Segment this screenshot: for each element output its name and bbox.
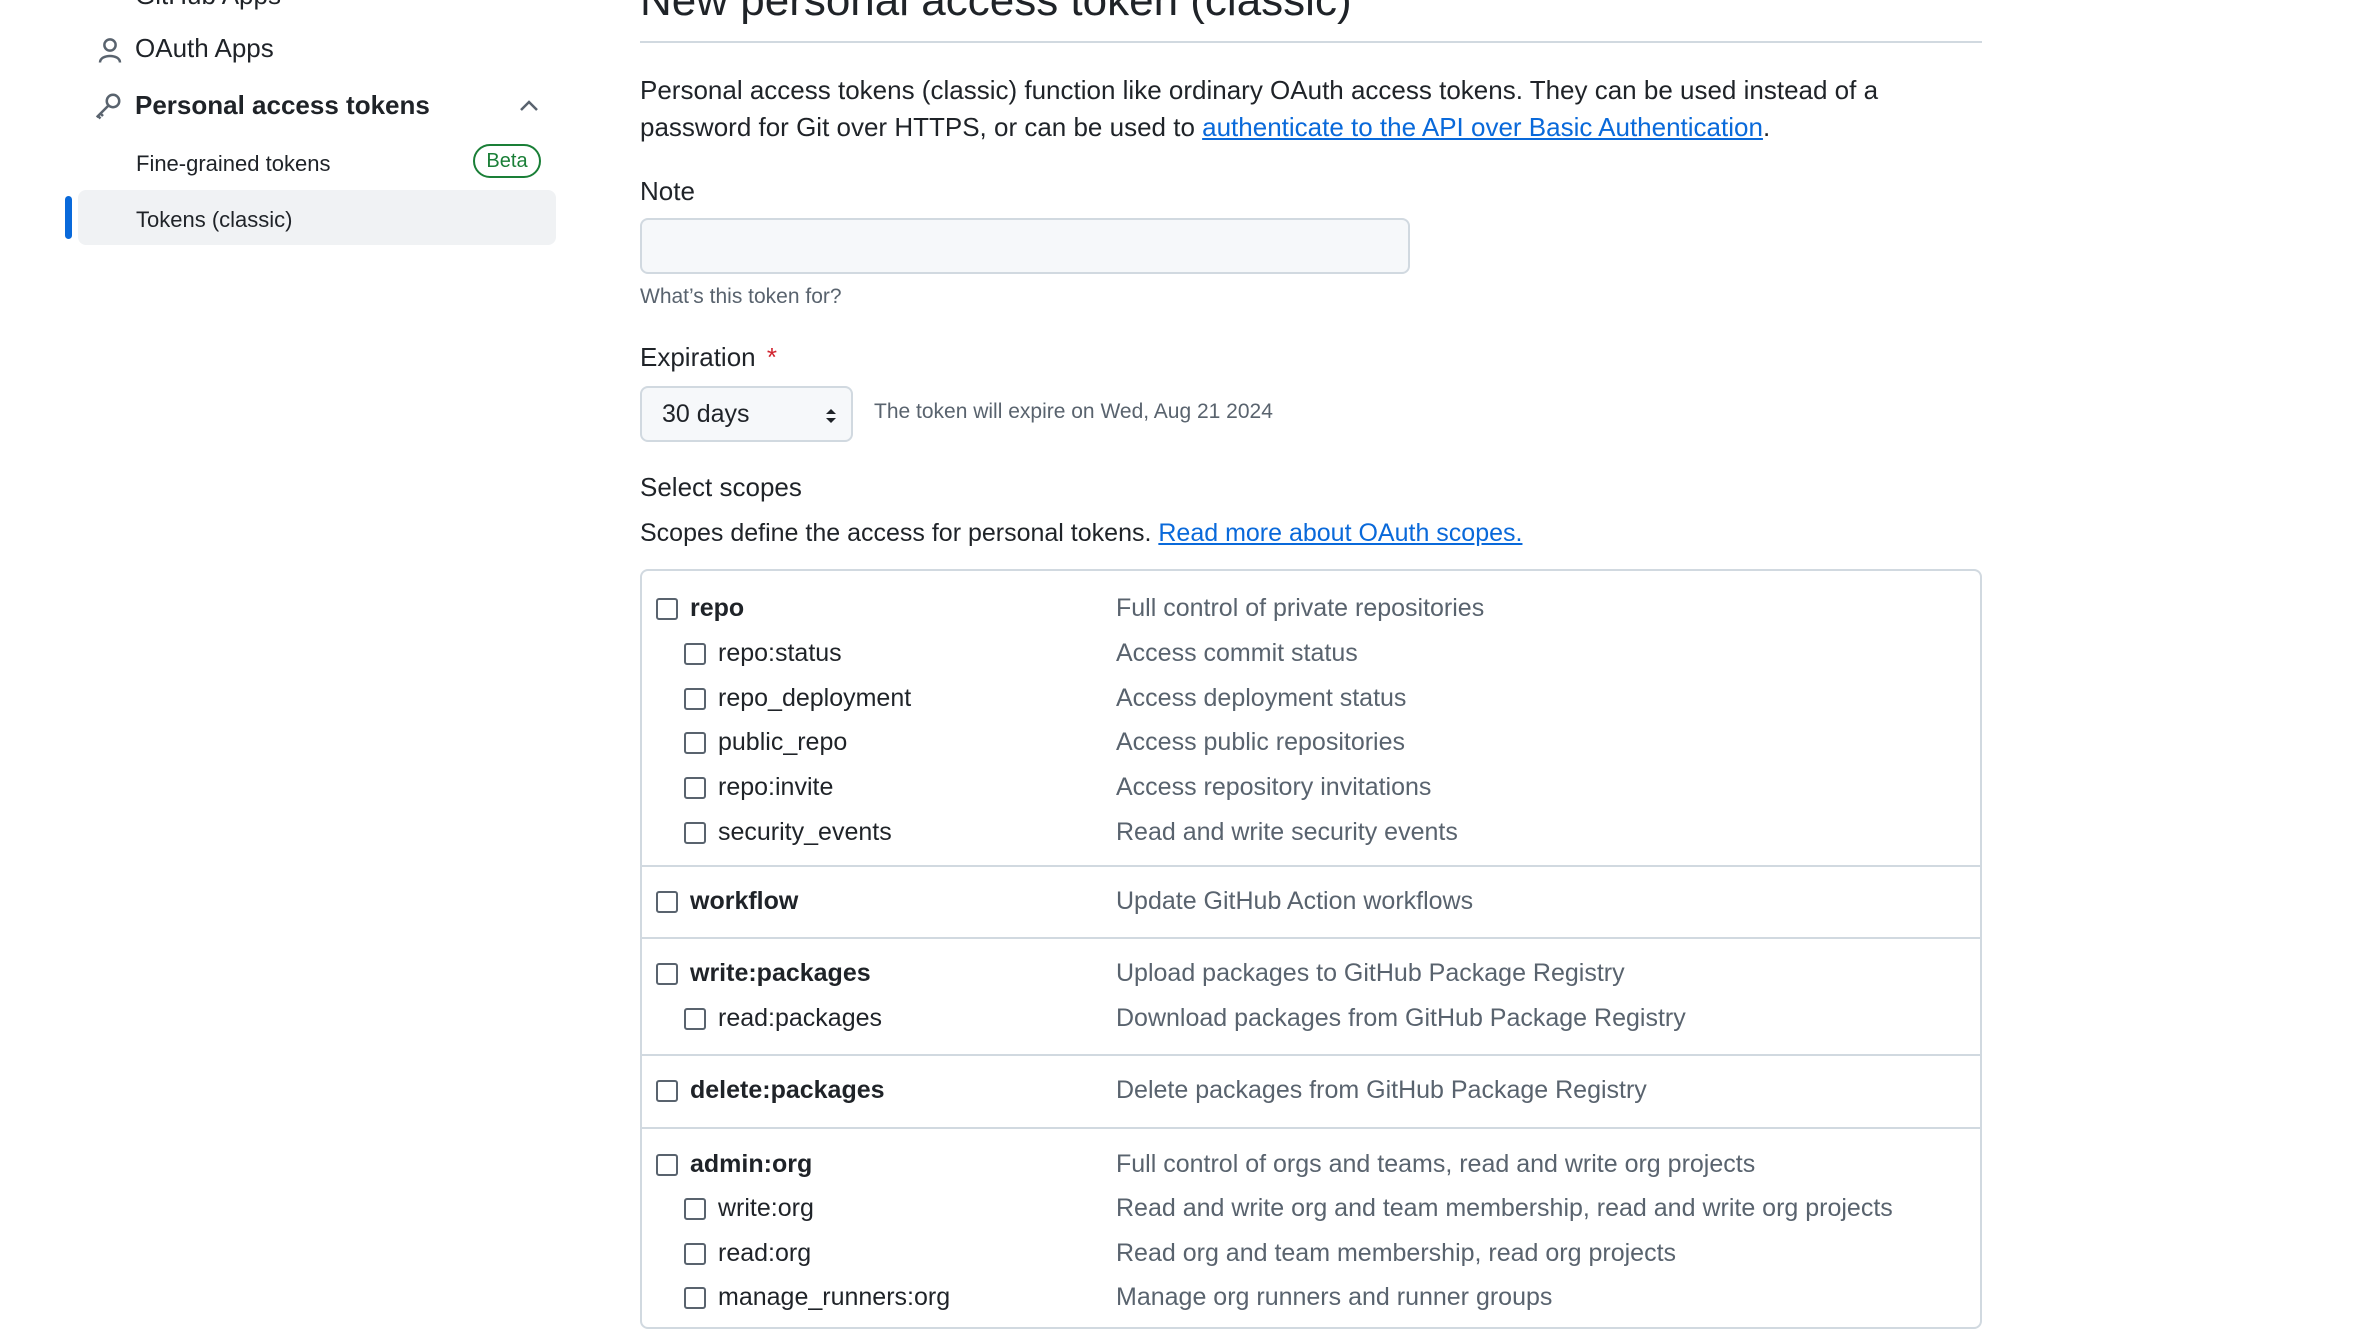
scope-name: write:org [718,1194,814,1222]
scope-group-admin-org: admin:org Full control of orgs and teams… [642,1129,1980,1327]
sidebar-item-github-apps[interactable]: GitHub Apps [95,0,281,11]
title-divider [640,41,1982,43]
apps-icon [95,0,125,15]
scope-checkbox-read-org[interactable] [684,1243,706,1265]
scope-name: write:packages [690,959,871,987]
scopes-description: Scopes define the access for personal to… [640,519,1522,548]
scope-row-write-packages: write:packages Upload packages to GitHub… [642,953,1980,993]
scope-desc: Access public repositories [1116,728,1406,756]
scope-checkbox-repo[interactable] [656,598,678,620]
scope-row-repo-invite: repo:invite Access repository invitation… [642,767,1980,807]
sidebar-item-tokens-classic-label-wrap: Tokens (classic) [136,207,292,233]
person-icon [98,38,122,63]
scope-row-repo: repo Full control of private repositorie… [642,588,1980,628]
note-label: Note [640,176,695,206]
active-indicator [65,196,72,239]
scope-name: admin:org [690,1150,813,1178]
scope-desc: Access repository invitations [1116,773,1432,801]
main-content: New personal access token (classic) Pers… [640,0,1982,1329]
scope-row-public-repo: public_repo Access public repositories [642,722,1980,762]
intro-paragraph: Personal access tokens (classic) functio… [640,72,1982,146]
sidebar-item-label: OAuth Apps [135,33,274,63]
scope-checkbox-write-org[interactable] [684,1198,706,1220]
chevron-up-icon[interactable] [518,98,540,114]
scope-name: repo [690,594,745,622]
scope-row-write-org: write:org Read and write org and team me… [642,1188,1980,1228]
scope-desc: Access deployment status [1116,684,1407,712]
scope-desc: Full control of private repositories [1116,594,1485,622]
scope-checkbox-repo-invite[interactable] [684,777,706,799]
sidebar-item-oauth-apps[interactable]: OAuth Apps [95,33,274,64]
scope-checkbox-public-repo[interactable] [684,732,706,754]
sidebar-item-label: Tokens (classic) [136,207,293,232]
scopes-title: Select scopes [640,472,802,502]
scope-checkbox-admin-org[interactable] [656,1154,678,1176]
scope-desc: Read org and team membership, read org p… [1116,1239,1677,1267]
settings-sidebar: GitHub Apps OAuth Apps Personal access t… [0,0,600,1295]
scope-desc: Download packages from GitHub Package Re… [1116,1004,1686,1032]
scope-name: repo_deployment [718,684,912,712]
scope-name: workflow [690,887,799,915]
scope-row-read-packages: read:packages Download packages from Git… [642,998,1980,1038]
scope-desc: Full control of orgs and teams, read and… [1116,1150,1756,1178]
scope-desc: Delete packages from GitHub Package Regi… [1116,1076,1647,1104]
scope-row-admin-org: admin:org Full control of orgs and teams… [642,1144,1980,1184]
sidebar-item-personal-access-tokens[interactable]: Personal access tokens [95,90,545,121]
beta-badge: Beta [473,144,541,178]
scope-row-read-org: read:org Read org and team membership, r… [642,1233,1980,1273]
expiration-selected-value: 30 days [662,399,750,428]
scope-desc: Manage org runners and runner groups [1116,1283,1553,1311]
note-hint: What’s this token for? [640,285,842,308]
oauth-scopes-link[interactable]: Read more about OAuth scopes. [1158,519,1522,547]
sidebar-item-fine-grained-tokens[interactable]: Fine-grained tokens [136,151,330,177]
scope-name: security_events [718,818,892,846]
sidebar-item-label: Personal access tokens [135,90,430,120]
scope-checkbox-manage-runners-org[interactable] [684,1287,706,1309]
scopes-list: repo Full control of private repositorie… [640,569,1982,1329]
scope-group-delete-packages: delete:packages Delete packages from Git… [642,1056,1980,1129]
scopes-text: Scopes define the access for personal to… [640,519,1159,547]
scope-row-repo-deployment: repo_deployment Access deployment status [642,678,1980,718]
scope-checkbox-repo-deployment[interactable] [684,688,706,710]
scope-desc: Upload packages to GitHub Package Regist… [1116,959,1625,987]
expiration-label-text: Expiration [640,342,756,372]
scope-checkbox-repo-status[interactable] [684,643,706,665]
scope-name: public_repo [718,728,848,756]
scope-desc: Read and write security events [1116,818,1458,846]
basic-auth-link[interactable]: authenticate to the API over Basic Authe… [1202,112,1763,142]
scope-row-manage-runners-org: manage_runners:org Manage org runners an… [642,1277,1980,1317]
page-title: New personal access token (classic) [640,0,1352,25]
scope-desc: Update GitHub Action workflows [1116,887,1474,915]
scope-checkbox-workflow[interactable] [656,891,678,913]
scope-name: read:packages [718,1004,883,1032]
expiration-label: Expiration * [640,342,777,373]
scope-row-delete-packages: delete:packages Delete packages from Git… [642,1070,1980,1110]
sidebar-item-label: Fine-grained tokens [136,151,331,176]
scope-name: manage_runners:org [718,1283,951,1311]
scope-name: read:org [718,1239,812,1267]
expiration-hint: The token will expire on Wed, Aug 21 202… [874,400,1273,423]
scope-row-workflow: workflow Update GitHub Action workflows [642,881,1980,921]
scope-name: delete:packages [690,1076,885,1104]
key-icon [95,93,121,120]
scope-group-repo: repo Full control of private repositorie… [642,571,1980,867]
scope-checkbox-delete-packages[interactable] [656,1080,678,1102]
scope-checkbox-write-packages[interactable] [656,963,678,985]
sidebar-item-label: GitHub Apps [135,0,281,11]
select-arrows-icon [826,409,836,423]
note-input[interactable] [640,218,1410,274]
scope-group-packages: write:packages Upload packages to GitHub… [642,939,1980,1056]
scope-desc: Access commit status [1116,639,1358,667]
scope-row-security-events: security_events Read and write security … [642,812,1980,852]
required-mark: * [766,342,777,372]
scope-desc: Read and write org and team membership, … [1116,1194,1893,1222]
scope-row-repo-status: repo:status Access commit status [642,633,1980,673]
scope-name: repo:invite [718,773,834,801]
scope-name: repo:status [718,639,842,667]
expiration-select[interactable]: 30 days [640,386,853,442]
scope-checkbox-security-events[interactable] [684,822,706,844]
scope-checkbox-read-packages[interactable] [684,1008,706,1030]
scope-group-workflow: workflow Update GitHub Action workflows [642,867,1980,939]
intro-end: . [1762,112,1771,142]
